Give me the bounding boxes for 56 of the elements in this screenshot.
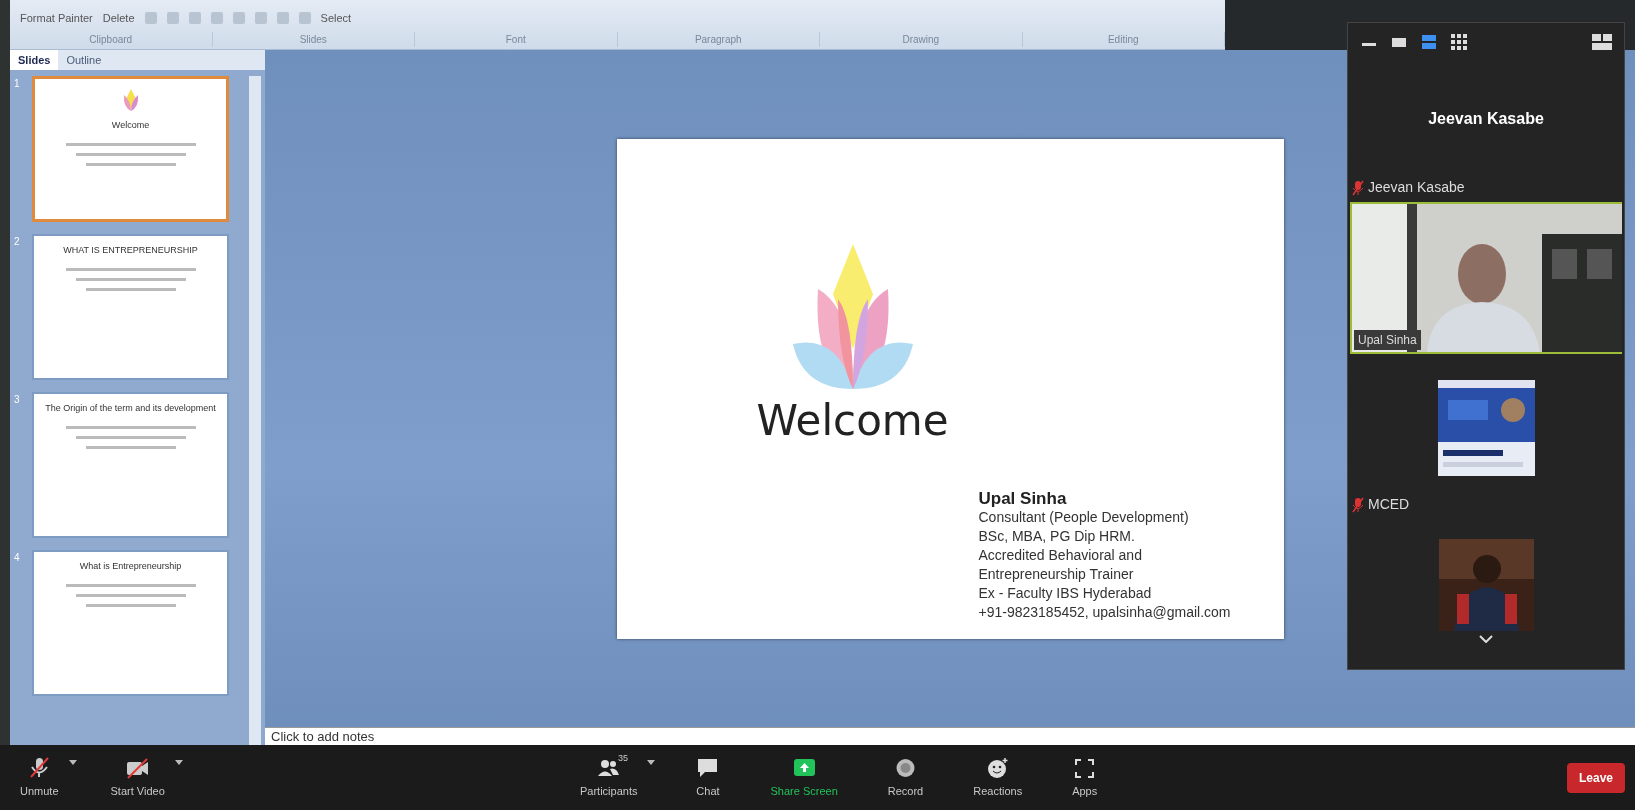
toolbar-button[interactable]: Start Video [100, 751, 175, 804]
video-caption: Upal Sinha [1354, 330, 1421, 350]
ribbon-command[interactable]: Format Painter [20, 9, 93, 27]
toolbar-button[interactable]: 35 Participants [570, 751, 648, 804]
ribbon-group-label: Editing [1022, 31, 1225, 47]
ribbon-command[interactable]: Select [320, 9, 352, 27]
caret-icon[interactable] [68, 759, 77, 765]
thumbnail-title: WHAT IS ENTREPRENEURSHIP [63, 244, 198, 257]
slide-number: 2 [14, 235, 21, 249]
toolbar-button[interactable]: Reactions [963, 751, 1033, 804]
slide-number: 3 [14, 393, 21, 407]
grid-view-icon[interactable] [1450, 33, 1468, 51]
presenter-detail: Accredited Behavioral and [978, 545, 1143, 565]
ribbon-command[interactable]: Delete [102, 9, 135, 27]
slide-thumbnail[interactable]: WHAT IS ENTREPRENEURSHIP [32, 234, 229, 380]
toolbar-button[interactable]: Apps [1062, 751, 1108, 804]
ribbon-group-label: Font [415, 31, 618, 47]
participant-count: 35 [618, 751, 629, 765]
caret-icon[interactable] [647, 759, 656, 765]
ribbon-group-label: Slides [212, 31, 415, 47]
scrollbar[interactable] [249, 76, 261, 745]
toolbar-button[interactable]: Record [877, 751, 934, 804]
presenter-detail: Entrepreneurship Trainer [978, 564, 1135, 584]
participant-name: MCED [1368, 495, 1410, 514]
thumbnail-title: What is Entrepreneurship [79, 560, 182, 573]
slide-thumbnail[interactable]: Welcome [32, 76, 229, 222]
caret-icon[interactable] [174, 759, 183, 765]
ribbon-group-label: Clipboard [10, 31, 213, 47]
presenter-detail: +91-9823185452, upalsinha@gmail.com [978, 602, 1231, 622]
presenter-detail: Ex - Faculty IBS Hyderabad [978, 583, 1153, 603]
smiley-icon [985, 755, 1011, 779]
panel-tab[interactable]: Outline [58, 50, 110, 70]
panel-tab[interactable]: Slides [10, 50, 59, 70]
slide-thumbnail[interactable]: The Origin of the term and its development [32, 392, 229, 538]
thumbnail-title: Welcome [111, 119, 150, 132]
chevron-down-icon[interactable] [1479, 635, 1493, 643]
toolbar-button[interactable]: Unmute [10, 751, 69, 804]
slide-number: 1 [14, 77, 21, 91]
video-off-icon [125, 755, 151, 779]
layout-icon[interactable] [1592, 34, 1612, 50]
speaker-view-icon[interactable] [1420, 33, 1438, 51]
ribbon-group-label: Paragraph [617, 31, 820, 47]
speaker-name: Jeevan Kasabe [1427, 109, 1545, 129]
participant-name: Jeevan Kasabe [1368, 178, 1465, 197]
notes-hint[interactable]: Click to add notes [265, 727, 1635, 745]
ribbon-group-label: Drawing [820, 31, 1023, 47]
presenter-name: Upal Sinha [978, 488, 1068, 508]
toolbar-button[interactable]: Chat [685, 751, 731, 804]
presenter-detail: BSc, MBA, PG Dip HRM. [978, 526, 1136, 546]
slide-thumbnail[interactable]: What is Entrepreneurship [32, 550, 229, 696]
thumbnail-title: The Origin of the term and its development [45, 402, 216, 415]
slide-title: Welcome [756, 394, 949, 447]
leave-button[interactable]: Leave [1566, 762, 1625, 793]
slide-number: 4 [14, 551, 21, 565]
toolbar-button[interactable]: Share Screen [760, 751, 848, 804]
presenter-detail: Consultant (People Development) [978, 507, 1190, 527]
